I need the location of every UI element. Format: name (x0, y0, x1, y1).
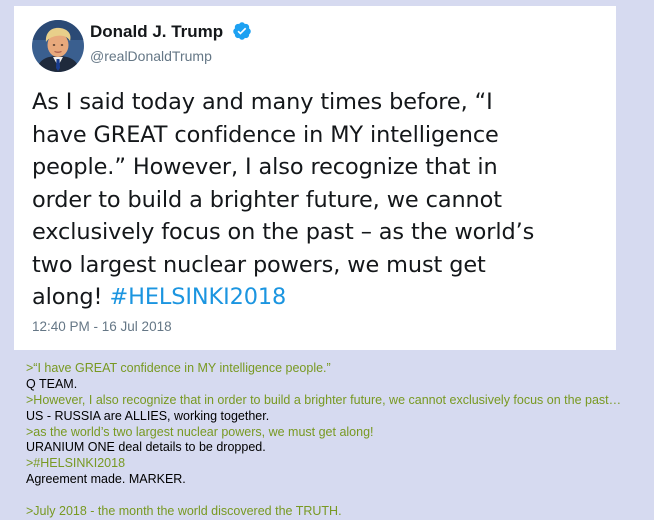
tweet-line: order to build a brighter future, we can… (32, 186, 502, 213)
post-line: Q TEAM. (26, 376, 78, 391)
avatar[interactable] (32, 20, 84, 72)
tweet-line-last: along! #HELSINKI2018 (32, 281, 610, 314)
greentext-line: >#HELSINKI2018 (26, 456, 126, 471)
greentext-line: >as the world’s two largest nuclear powe… (26, 424, 374, 439)
display-name[interactable]: Donald J. Trump (90, 22, 223, 42)
greentext-line: >July 2018 - the month the world discove… (26, 504, 342, 519)
greentext-line: >However, I also recognize that in order… (26, 392, 622, 407)
tweet-body: As I said today and many times before, “… (32, 86, 610, 314)
tweet-line: people.” However, I also recognize that … (32, 154, 498, 180)
tweet-line: two largest nuclear powers, we must get (32, 251, 486, 278)
greentext-line: >“I have GREAT confidence in MY intellig… (26, 361, 331, 375)
verified-badge-icon (232, 21, 252, 41)
tweet-line: have GREAT confidence in MY intelligence (32, 121, 499, 148)
handle[interactable]: @realDonaldTrump (90, 48, 212, 64)
post-line: Agreement made. MARKER. (26, 472, 186, 487)
post-line: URANIUM ONE deal details to be dropped. (26, 440, 266, 455)
tweet-card: Donald J. Trump @realDonaldTrump As I sa… (14, 6, 616, 350)
post-line: US - RUSSIA are ALLIES, working together… (26, 408, 270, 423)
tweet-line: As I said today and many times before, “… (32, 89, 493, 115)
tweet-timestamp[interactable]: 12:40 PM - 16 Jul 2018 (32, 319, 172, 334)
post-text: >“I have GREAT confidence in MY intellig… (26, 361, 621, 520)
hashtag-link[interactable]: #HELSINKI2018 (109, 284, 286, 310)
tweet-line: exclusively focus on the past – as the w… (32, 219, 535, 245)
tweet-line-prefix: along! (32, 284, 103, 310)
avatar-portrait-icon (32, 20, 84, 72)
